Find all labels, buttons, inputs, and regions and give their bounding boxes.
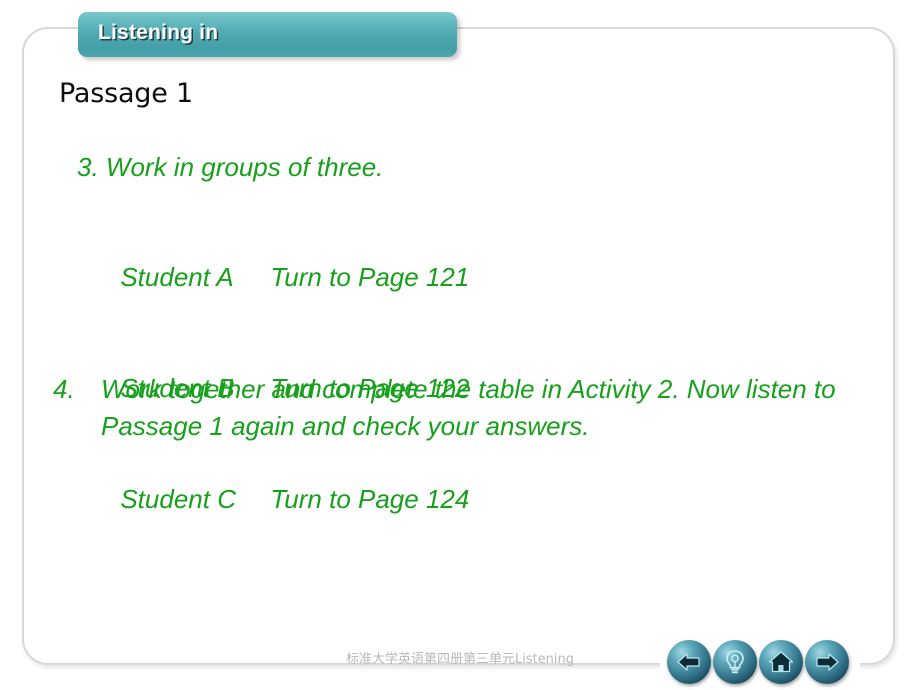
next-button[interactable] (805, 640, 849, 684)
activity-3-number: 3. (77, 152, 99, 182)
section-banner-label: Listening in (98, 21, 219, 44)
activity-4: 4. Work together and complete the table i… (53, 371, 837, 445)
page-title: Passage 1 (59, 78, 194, 109)
student-label: Student A (120, 262, 234, 292)
list-item: Student C Turn to Page 124 (77, 444, 469, 555)
list-item: Student A Turn to Page 121 (77, 222, 469, 333)
slide-canvas: Listening in Passage 1 3. Work in groups… (0, 0, 920, 690)
activity-4-text: Work together and complete the table in … (101, 374, 836, 441)
activity-3: 3. Work in groups of three. (77, 149, 383, 186)
navigation-bar (667, 640, 853, 686)
section-banner: Listening in (78, 12, 457, 57)
activity-3-text: Work in groups of three. (105, 152, 384, 182)
student-label: Student C (120, 484, 236, 514)
home-button[interactable] (759, 640, 803, 684)
activity-4-number: 4. (53, 374, 75, 404)
previous-button[interactable] (667, 640, 711, 684)
hint-button[interactable] (713, 640, 757, 684)
student-instruction: Turn to Page 124 (270, 484, 470, 514)
student-instruction: Turn to Page 121 (270, 262, 470, 292)
